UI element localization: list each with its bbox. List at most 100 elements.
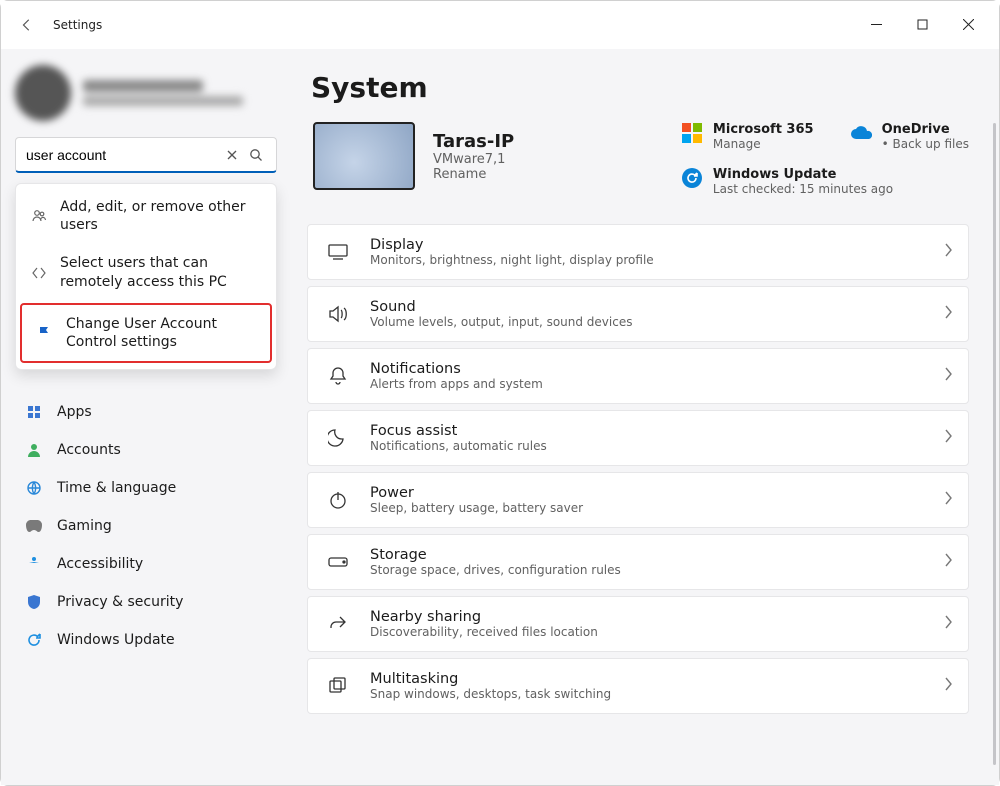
ms365-icon (681, 122, 703, 144)
card-notifications[interactable]: NotificationsAlerts from apps and system (307, 348, 969, 404)
card-sub: Monitors, brightness, night light, displ… (370, 253, 654, 267)
device-name: Taras-IP (433, 131, 514, 152)
quick-title: OneDrive (882, 122, 969, 137)
search-suggestion-uac[interactable]: Change User Account Control settings (20, 303, 272, 363)
clear-search-button[interactable] (220, 149, 244, 161)
quick-sub: Manage (713, 137, 814, 151)
card-sub: Discoverability, received files location (370, 625, 598, 639)
onedrive-icon (850, 122, 872, 144)
card-sub: Notifications, automatic rules (370, 439, 547, 453)
settings-list: DisplayMonitors, brightness, night light… (307, 224, 969, 714)
card-title: Sound (370, 299, 632, 315)
search-submit-button[interactable] (244, 148, 268, 162)
nav-apps[interactable]: Apps (15, 393, 277, 431)
time-icon (25, 479, 43, 497)
chevron-right-icon (944, 429, 952, 447)
card-power[interactable]: PowerSleep, battery usage, battery saver (307, 472, 969, 528)
card-nearby-sharing[interactable]: Nearby sharingDiscoverability, received … (307, 596, 969, 652)
a11y-icon (25, 555, 43, 573)
card-sub: Volume levels, output, input, sound devi… (370, 315, 632, 329)
device-model: VMware7,1 (433, 152, 514, 167)
privacy-icon (25, 593, 43, 611)
chevron-right-icon (944, 305, 952, 323)
titlebar: Settings (1, 1, 999, 49)
sidebar: Add, edit, or remove other users Select … (1, 49, 291, 785)
nav: Apps Accounts Time & language Gaming (15, 393, 277, 659)
user-name-redacted (83, 80, 243, 106)
quick-m365[interactable]: Microsoft 365 Manage (681, 122, 814, 151)
card-sub: Sleep, battery usage, battery saver (370, 501, 583, 515)
power-icon (324, 486, 352, 514)
card-title: Nearby sharing (370, 609, 598, 625)
chevron-right-icon (944, 677, 952, 695)
nav-label: Privacy & security (57, 594, 183, 610)
search-suggestion-label: Change User Account Control settings (66, 315, 256, 351)
apps-icon (25, 403, 43, 421)
chevron-right-icon (944, 553, 952, 571)
card-sub: Snap windows, desktops, task switching (370, 687, 611, 701)
quick-sub: Last checked: 15 minutes ago (713, 182, 893, 196)
card-title: Display (370, 237, 654, 253)
flag-icon (36, 325, 54, 341)
card-sound[interactable]: SoundVolume levels, output, input, sound… (307, 286, 969, 342)
gaming-icon (25, 517, 43, 535)
nav-label: Accounts (57, 442, 121, 458)
back-button[interactable] (19, 17, 35, 33)
user-profile[interactable] (15, 65, 277, 121)
quick-sub: Back up files (882, 137, 969, 151)
accounts-icon (25, 441, 43, 459)
device-block[interactable]: Taras-IP VMware7,1 Rename (313, 122, 514, 190)
moon-icon (324, 424, 352, 452)
app-title: Settings (53, 18, 102, 32)
search-box[interactable] (15, 137, 277, 173)
scrollbar[interactable] (993, 123, 996, 765)
device-thumbnail (313, 122, 415, 190)
quick-title: Microsoft 365 (713, 122, 814, 137)
card-title: Multitasking (370, 671, 611, 687)
nav-windows-update[interactable]: Windows Update (15, 621, 277, 659)
card-title: Focus assist (370, 423, 547, 439)
nav-accounts[interactable]: Accounts (15, 431, 277, 469)
minimize-button[interactable] (853, 9, 899, 41)
storage-icon (324, 548, 352, 576)
remote-icon (30, 265, 48, 281)
update-icon (25, 631, 43, 649)
chevron-right-icon (944, 367, 952, 385)
search-suggestion-label: Select users that can remotely access th… (60, 254, 262, 290)
device-rename-link[interactable]: Rename (433, 167, 514, 182)
card-focus-assist[interactable]: Focus assistNotifications, automatic rul… (307, 410, 969, 466)
nav-time-language[interactable]: Time & language (15, 469, 277, 507)
card-title: Storage (370, 547, 621, 563)
avatar (15, 65, 71, 121)
card-title: Power (370, 485, 583, 501)
search-input[interactable] (24, 146, 220, 164)
card-sub: Alerts from apps and system (370, 377, 543, 391)
quick-windows-update[interactable]: Windows Update Last checked: 15 minutes … (681, 167, 969, 196)
nav-label: Apps (57, 404, 92, 420)
nav-label: Windows Update (57, 632, 175, 648)
card-title: Notifications (370, 361, 543, 377)
nav-gaming[interactable]: Gaming (15, 507, 277, 545)
bell-icon (324, 362, 352, 390)
card-sub: Storage space, drives, configuration rul… (370, 563, 621, 577)
card-display[interactable]: DisplayMonitors, brightness, night light… (307, 224, 969, 280)
nav-accessibility[interactable]: Accessibility (15, 545, 277, 583)
update-badge-icon (681, 167, 703, 189)
search-suggestion-other-users[interactable]: Add, edit, or remove other users (16, 188, 276, 244)
share-icon (324, 610, 352, 638)
card-multitasking[interactable]: MultitaskingSnap windows, desktops, task… (307, 658, 969, 714)
display-icon (324, 238, 352, 266)
search-suggestion-label: Add, edit, or remove other users (60, 198, 262, 234)
nav-label: Accessibility (57, 556, 143, 572)
search-suggestions: Add, edit, or remove other users Select … (15, 183, 277, 370)
maximize-button[interactable] (899, 9, 945, 41)
quick-onedrive[interactable]: OneDrive Back up files (850, 122, 969, 151)
sound-icon (324, 300, 352, 328)
page-title: System (311, 71, 969, 104)
close-button[interactable] (945, 9, 991, 41)
search-suggestion-remote-access[interactable]: Select users that can remotely access th… (16, 244, 276, 300)
card-storage[interactable]: StorageStorage space, drives, configurat… (307, 534, 969, 590)
chevron-right-icon (944, 491, 952, 509)
nav-privacy[interactable]: Privacy & security (15, 583, 277, 621)
main-content: System Taras-IP VMware7,1 Rename Microso… (291, 49, 999, 785)
